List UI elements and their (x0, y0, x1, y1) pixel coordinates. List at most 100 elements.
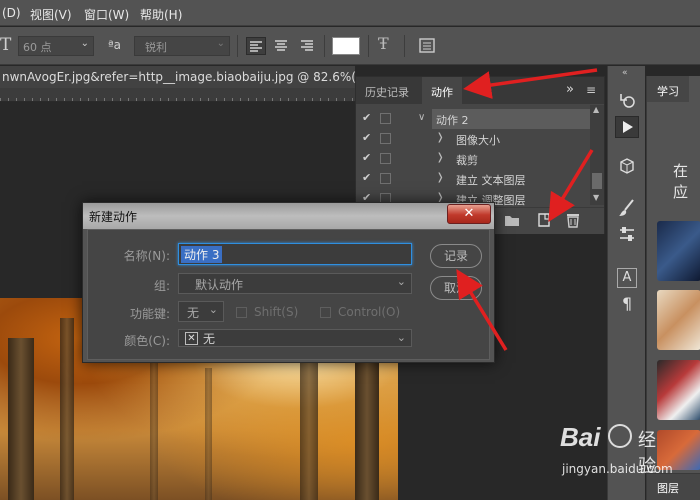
tutorial-thumbnail[interactable] (657, 221, 700, 281)
divider (404, 35, 405, 57)
dialog-toggle-box[interactable] (380, 113, 391, 124)
new-set-icon[interactable] (504, 214, 520, 227)
control-label: Control(O) (338, 305, 401, 319)
menu-item-window[interactable]: 窗口(W) (84, 6, 129, 23)
trash-icon[interactable] (566, 212, 580, 228)
menu-item-view[interactable]: 视图(V) (30, 6, 72, 23)
menu-item-help[interactable]: 帮助(H) (140, 6, 182, 23)
options-bar: T 60 点 ⌄ ªa 锐利 ⌄ Ŧ (0, 27, 700, 65)
tree-trunk (150, 358, 158, 500)
dialog-toggle-box[interactable] (380, 173, 391, 184)
dialog-toggle-box[interactable] (380, 133, 391, 144)
horizontal-ruler (0, 88, 355, 102)
anti-alias-icon: ªa (108, 38, 122, 52)
align-right-icon[interactable] (298, 37, 318, 55)
collapse-icon[interactable]: « (622, 68, 628, 78)
chevron-down-icon: ⌄ (208, 303, 218, 316)
actions-play-icon[interactable] (615, 116, 639, 138)
learn-heading: 在应 (673, 162, 689, 201)
chevron-down-icon: ⌄ (80, 38, 89, 49)
scroll-up-icon[interactable]: ▲ (593, 105, 599, 114)
tutorial-thumbnail[interactable] (657, 290, 700, 350)
action-label: 图像大小 (456, 134, 500, 147)
menu-bar: (D) 视图(V) 窗口(W) 帮助(H) (0, 0, 700, 26)
text-color-swatch[interactable] (332, 37, 360, 55)
action-set-row[interactable]: ✔ ∨ 动作 2 (356, 109, 590, 129)
divider (368, 35, 369, 57)
dialog-titlebar[interactable]: 新建动作 ✕ (83, 203, 494, 229)
tutorial-thumbnail[interactable] (657, 360, 700, 420)
chevron-right-icon[interactable]: ❭ (436, 152, 444, 163)
function-key-select[interactable]: 无 ⌄ (178, 301, 224, 322)
collapse-icon[interactable]: » (566, 82, 574, 97)
control-checkbox[interactable] (320, 307, 331, 318)
action-set-name: 动作 2 (436, 114, 469, 127)
action-label: 裁剪 (456, 154, 478, 167)
panel-scrollbar[interactable]: ▲ ▼ (590, 105, 604, 205)
menu-item-d[interactable]: (D) (2, 6, 21, 20)
scroll-down-icon[interactable]: ▼ (593, 193, 599, 202)
align-left-icon[interactable] (246, 37, 266, 55)
color-select[interactable]: ✕ 无 ⌄ (178, 329, 412, 347)
document-title: nwnAvogEr.jpg&refer=http__image.biaobaij… (2, 70, 355, 84)
group-label: 组: (153, 279, 170, 293)
warp-text-icon[interactable]: Ŧ (378, 34, 389, 53)
chevron-down-icon: ⌄ (396, 275, 406, 288)
checkmark-icon[interactable]: ✔ (362, 132, 374, 144)
dialog-title: 新建动作 (89, 210, 138, 224)
paw-icon (608, 424, 632, 448)
tree-trunk (205, 368, 212, 500)
chevron-down-icon: ⌄ (216, 38, 225, 49)
action-row[interactable]: ✔ ❭ 建立 文本图层 (356, 169, 590, 189)
3d-icon[interactable] (617, 156, 637, 176)
tab-learn[interactable]: 学习 (647, 76, 689, 102)
action-row[interactable]: ✔ ❭ 裁剪 (356, 149, 590, 169)
character-icon[interactable]: A (617, 268, 637, 288)
group-value: 默认动作 (195, 278, 244, 292)
checkmark-icon[interactable]: ✔ (362, 112, 374, 124)
record-button[interactable]: 记录 (430, 244, 482, 268)
divider (324, 35, 325, 57)
watermark-url: jingyan.baidu.com (562, 462, 673, 476)
adjustments-icon[interactable] (617, 224, 637, 244)
checkmark-icon[interactable]: ✔ (362, 152, 374, 164)
cancel-button[interactable]: 取消 (430, 276, 482, 300)
font-size-field[interactable]: 60 点 ⌄ (18, 36, 94, 56)
chevron-down-icon[interactable]: ∨ (418, 112, 425, 123)
align-center-icon[interactable] (272, 37, 292, 55)
document-tab[interactable]: nwnAvogEr.jpg&refer=http__image.biaobaij… (0, 66, 355, 88)
text-tool-icon[interactable]: T (0, 35, 11, 55)
new-action-icon[interactable] (536, 212, 552, 228)
checkmark-icon[interactable]: ✔ (362, 172, 374, 184)
group-select[interactable]: 默认动作 ⌄ (178, 273, 412, 294)
watermark-brand: Bai (560, 422, 601, 452)
action-row[interactable]: ✔ ❭ 图像大小 (356, 129, 590, 149)
panel-menu-icon[interactable]: ≡ (586, 83, 596, 97)
paragraph-icon[interactable]: ¶ (622, 294, 632, 313)
chevron-right-icon[interactable]: ❭ (436, 132, 444, 143)
close-icon: ✕ (463, 206, 475, 221)
new-action-dialog: 新建动作 ✕ 名称(N): 动作 3 组: 默认动作 ⌄ 功能键: 无 ⌄ Sh… (82, 202, 495, 363)
shift-checkbox[interactable] (236, 307, 247, 318)
function-key-value: 无 (187, 306, 200, 320)
baidu-watermark: Bai 经验 jingyan.baidu.com (560, 420, 673, 490)
name-label: 名称(N): (123, 249, 170, 263)
function-key-label: 功能键: (129, 307, 170, 321)
tab-history[interactable]: 历史记录 (356, 77, 418, 104)
action-name-field[interactable]: 动作 3 (178, 243, 412, 265)
history-icon[interactable] (617, 90, 637, 110)
brush-icon[interactable] (617, 198, 637, 218)
character-panel-icon[interactable] (418, 37, 436, 54)
close-button[interactable]: ✕ (447, 204, 491, 224)
font-size-value: 60 点 (23, 41, 52, 54)
tab-actions[interactable]: 动作 (422, 77, 462, 104)
dialog-body: 名称(N): 动作 3 组: 默认动作 ⌄ 功能键: 无 ⌄ Shift(S) … (87, 229, 490, 360)
scrollbar-thumb[interactable] (592, 173, 602, 189)
no-color-icon: ✕ (185, 332, 198, 345)
anti-alias-select[interactable]: 锐利 ⌄ (134, 36, 230, 56)
divider (237, 35, 238, 57)
dialog-toggle-box[interactable] (380, 153, 391, 164)
shift-label: Shift(S) (254, 305, 299, 319)
panel-tab-bar: 历史记录 动作 » ≡ (356, 77, 604, 104)
chevron-right-icon[interactable]: ❭ (436, 172, 444, 183)
